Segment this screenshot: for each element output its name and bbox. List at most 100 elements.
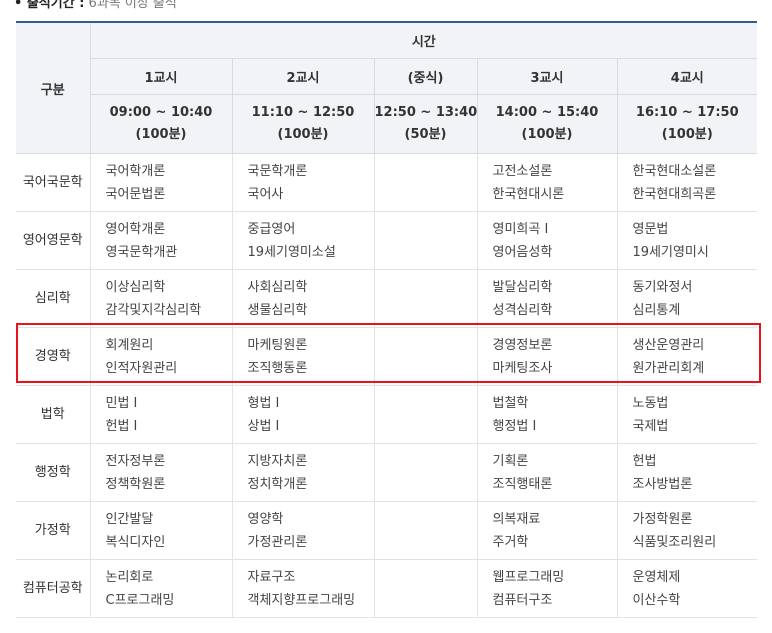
course-cell-lunch bbox=[373, 443, 477, 502]
course-name: 논리회로 bbox=[105, 569, 154, 585]
course-name: 회계원리 bbox=[105, 337, 154, 353]
course-name: 가정관리론 bbox=[247, 534, 308, 550]
course-cell-p2: 자료구조객체지향프로그래밍 bbox=[231, 559, 374, 618]
course-name: 의복재료 bbox=[492, 511, 541, 527]
table-row: 법학 민법 I 헌법 I 형법 I 상법 I 법철학 행정법 I 노동법 국제법 bbox=[16, 385, 758, 444]
course-cell-p3: 웹프로그래밍 컴퓨터구조 bbox=[476, 559, 617, 618]
course-name: 한국현대희곡론 bbox=[632, 186, 717, 202]
course-cell-p1: 인간발달복식디자인 bbox=[89, 501, 232, 560]
department-cell: 가정학 bbox=[16, 501, 90, 560]
course-cell-p3: 영미희곡 I 영어음성학 bbox=[476, 211, 617, 270]
course-name: 식품및조리원리 bbox=[632, 534, 717, 550]
course-name: 행정법 I bbox=[492, 418, 537, 434]
course-name: 헌법 bbox=[632, 453, 657, 469]
period-duration: (100분) bbox=[135, 127, 187, 142]
course-name: 정책학원론 bbox=[105, 476, 166, 492]
course-name: 지방자치론 bbox=[247, 453, 308, 469]
course-name: 국어학개론 bbox=[105, 163, 166, 179]
course-name: 전자정부론 bbox=[105, 453, 166, 469]
course-cell-lunch bbox=[373, 385, 477, 444]
department-cell: 행정학 bbox=[16, 443, 90, 502]
department-cell: 국어국문학 bbox=[16, 153, 90, 212]
course-name: 영양학 bbox=[247, 511, 284, 527]
period-time-cell: 16:10 ~ 17:50 (100분) bbox=[616, 94, 758, 154]
course-cell-p4: 노동법 국제법 bbox=[616, 385, 758, 444]
course-name: 영문법 bbox=[632, 221, 669, 237]
department-cell: 컴퓨터공학 bbox=[16, 559, 90, 618]
period-time: 11:10 ~ 12:50 bbox=[251, 105, 355, 120]
course-name: 객체지향프로그래밍 bbox=[247, 592, 356, 608]
course-name: 자료구조 bbox=[247, 569, 296, 585]
course-cell-p4: 영문법 19세기영미시 bbox=[616, 211, 758, 270]
course-name: 복식디자인 bbox=[105, 534, 166, 550]
course-cell-p3: 기획론조직행태론 bbox=[476, 443, 617, 502]
course-cell-lunch bbox=[373, 269, 477, 328]
course-cell-p4: 생산운영관리 원가관리회계 bbox=[616, 327, 758, 386]
course-cell-p2: 국문학개론 국어사 bbox=[231, 153, 374, 212]
period-time-cell: 09:00 ~ 10:40 (100분) bbox=[89, 94, 232, 154]
period-name: 4교시 bbox=[616, 58, 758, 95]
course-cell-p1: 이상심리학 감각및지각심리학 bbox=[89, 269, 232, 328]
course-cell-p4: 운영체제 이산수학 bbox=[616, 559, 758, 618]
course-name: 동기와정서 bbox=[632, 279, 693, 295]
course-cell-p1: 전자정부론정책학원론 bbox=[89, 443, 232, 502]
course-cell-p2: 형법 I 상법 I bbox=[231, 385, 374, 444]
course-cell-lunch bbox=[373, 501, 477, 560]
course-name: 기획론 bbox=[492, 453, 529, 469]
course-name: 형법 I bbox=[247, 395, 280, 411]
course-cell-lunch bbox=[373, 153, 477, 212]
course-name: 인간발달 bbox=[105, 511, 154, 527]
course-name: 법철학 bbox=[492, 395, 529, 411]
course-name: 국어문법론 bbox=[105, 186, 166, 202]
course-name: 발달심리학 bbox=[492, 279, 553, 295]
course-name: 운영체제 bbox=[632, 569, 681, 585]
course-name: 19세기영미시 bbox=[632, 244, 709, 260]
course-name: 마케팅원론 bbox=[247, 337, 308, 353]
header-time-group: 시간 bbox=[89, 21, 758, 59]
header-row-times: 09:00 ~ 10:40 (100분) 11:10 ~ 12:50 (100분) … bbox=[16, 94, 758, 154]
period-time: 14:00 ~ 15:40 bbox=[495, 105, 599, 120]
course-name: 조사방법론 bbox=[632, 476, 693, 492]
header-row-periods: 1교시 2교시 (중식) 3교시 4교시 bbox=[16, 58, 758, 95]
course-cell-p2: 중급영어 19세기영미소설 bbox=[231, 211, 374, 270]
course-name: 헌법 I bbox=[105, 418, 138, 434]
period-time: 12:50 ~ 13:40 bbox=[374, 105, 478, 120]
period-name: 2교시 bbox=[231, 58, 374, 95]
course-cell-p1: 논리회로 C프로그래밍 bbox=[89, 559, 232, 618]
course-name: 민법 I bbox=[105, 395, 138, 411]
table-row: 컴퓨터공학 논리회로 C프로그래밍 자료구조 객체지향프로그래밍 웹프로그래밍 컴퓨터구조 운… bbox=[16, 559, 758, 618]
period-duration: (100분) bbox=[661, 127, 713, 142]
course-name: 19세기영미소설 bbox=[247, 244, 336, 260]
course-cell-p2: 사회심리학 생물심리학 bbox=[231, 269, 374, 328]
course-name: 노동법 bbox=[632, 395, 669, 411]
course-name: 한국현대소설론 bbox=[632, 163, 717, 179]
period-time-cell: 14:00 ~ 15:40 (100분) bbox=[476, 94, 617, 154]
course-cell-p4: 동기와정서심리통계 bbox=[616, 269, 758, 328]
course-name: 중급영어 bbox=[247, 221, 296, 237]
course-name: 마케팅조사 bbox=[492, 360, 553, 376]
course-cell-p1: 민법 I 헌법 I bbox=[89, 385, 232, 444]
course-name: 상법 I bbox=[247, 418, 280, 434]
course-name: 고전소설론 bbox=[492, 163, 553, 179]
course-cell-p3: 경영정보론 마케팅조사 bbox=[476, 327, 617, 386]
course-cell-p3: 법철학행정법 I bbox=[476, 385, 617, 444]
course-name: 컴퓨터구조 bbox=[492, 592, 553, 608]
course-name: 영어학개론 bbox=[105, 221, 166, 237]
department-cell: 영어영문학 bbox=[16, 211, 90, 270]
course-name: 성격심리학 bbox=[492, 302, 553, 318]
course-name: 조직행동론 bbox=[247, 360, 308, 376]
course-cell-p3: 고전소설론한국현대시론 bbox=[476, 153, 617, 212]
course-cell-lunch bbox=[373, 559, 477, 618]
course-name: 심리통계 bbox=[632, 302, 681, 318]
course-name: 조직행태론 bbox=[492, 476, 553, 492]
course-cell-p2: 마케팅원론조직행동론 bbox=[231, 327, 374, 386]
table-row: 국어국문학 국어학개론국어문법론 국문학개론 국어사 고전소설론한국현대시론 한국현대소설… bbox=[16, 153, 758, 212]
course-name: 정치학개론 bbox=[247, 476, 308, 492]
period-time: 16:10 ~ 17:50 bbox=[635, 105, 739, 120]
course-cell-p1: 회계원리 인적자원관리 bbox=[89, 327, 232, 386]
course-name: 국문학개론 bbox=[247, 163, 308, 179]
course-name: 한국현대시론 bbox=[492, 186, 565, 202]
course-name: 생산운영관리 bbox=[632, 337, 705, 353]
period-duration: (100분) bbox=[277, 127, 329, 142]
period-duration: (100분) bbox=[521, 127, 573, 142]
